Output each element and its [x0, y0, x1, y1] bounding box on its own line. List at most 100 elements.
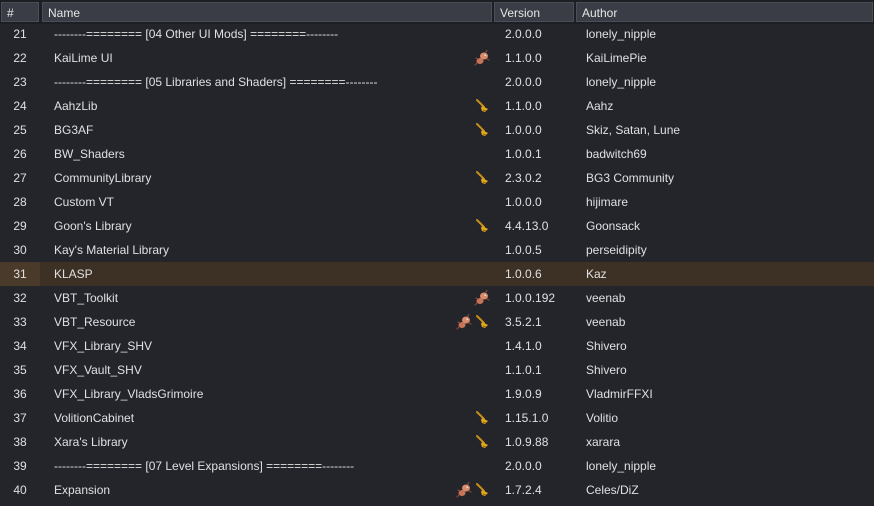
mod-name: --------======== [04 Other UI Mods] ====… — [54, 27, 339, 41]
row-number: 25 — [13, 123, 27, 137]
mod-name: --------======== [05 Libraries and Shade… — [54, 75, 378, 89]
bug-icon — [456, 481, 472, 498]
mod-version: 1.0.0.6 — [505, 267, 542, 281]
row-number: 22 — [13, 51, 27, 65]
row-number: 29 — [13, 219, 27, 233]
table-row[interactable]: 39 --------======== [07 Level Expansions]… — [0, 454, 874, 478]
mod-list-table: # Name Version Author 21 --------========… — [0, 0, 874, 505]
row-number: 21 — [13, 27, 27, 41]
mod-version: 2.0.0.0 — [505, 75, 542, 89]
row-number: 40 — [13, 483, 27, 497]
mod-author: perseidipity — [586, 243, 647, 257]
broom-icon — [474, 98, 490, 114]
table-row[interactable]: 40 Expansion 1.7.2.4 Celes/DiZ — [0, 478, 874, 502]
row-number: 31 — [0, 262, 40, 286]
mod-author: lonely_nipple — [586, 459, 657, 473]
mod-version: 1.0.0.192 — [505, 291, 556, 305]
mod-name: VBT_Toolkit — [54, 291, 119, 305]
row-number: 24 — [13, 99, 27, 113]
mod-name: VFX_Vault_SHV — [54, 363, 142, 377]
table-body: 21 --------======== [04 Other UI Mods] ==… — [0, 22, 874, 502]
table-row[interactable]: 32 VBT_Toolkit 1.0.0.192 veenab — [0, 286, 874, 310]
mod-author: KaiLimePie — [586, 51, 647, 65]
broom-icon — [474, 122, 490, 138]
mod-name: KLASP — [54, 267, 93, 281]
mod-flags — [444, 262, 490, 286]
table-row[interactable]: 28 Custom VT 1.0.0.0 hijimare — [0, 190, 874, 214]
mod-flags — [444, 406, 490, 430]
mod-name: BG3AF — [54, 123, 94, 137]
mod-flags — [444, 382, 490, 406]
mod-flags — [444, 238, 490, 262]
mod-version: 1.7.2.4 — [505, 483, 542, 497]
row-number: 39 — [13, 459, 27, 473]
mod-author: BG3 Community — [586, 171, 675, 185]
table-row[interactable]: 23 --------======== [05 Libraries and Sha… — [0, 70, 874, 94]
broom-icon — [474, 482, 490, 498]
column-header-author[interactable]: Author — [576, 2, 873, 22]
row-number: 38 — [13, 435, 27, 449]
table-row[interactable]: 25 BG3AF 1.0.0.0 Skiz, Satan, Lune — [0, 118, 874, 142]
column-header-version[interactable]: Version — [494, 2, 574, 22]
mod-version: 1.1.0.0 — [505, 99, 542, 113]
table-row[interactable]: 24 AahzLib 1.1.0.0 Aahz — [0, 94, 874, 118]
mod-name: Custom VT — [54, 195, 115, 209]
row-number: 36 — [13, 387, 27, 401]
mod-version: 1.1.0.1 — [505, 363, 542, 377]
column-header-name[interactable]: Name — [42, 2, 492, 22]
mod-author: VladmirFFXI — [586, 387, 653, 401]
mod-flags — [444, 430, 490, 454]
mod-author: Celes/DiZ — [586, 483, 639, 497]
table-row[interactable]: 31 KLASP 1.0.0.6 Kaz — [0, 262, 874, 286]
mod-flags — [444, 358, 490, 382]
column-header-number[interactable]: # — [1, 2, 39, 22]
mod-author: Shivero — [586, 339, 627, 353]
mod-flags — [444, 286, 490, 310]
mod-author: hijimare — [586, 195, 629, 209]
table-row[interactable]: 35 VFX_Vault_SHV 1.1.0.1 Shivero — [0, 358, 874, 382]
mod-name: Goon's Library — [54, 219, 132, 233]
table-row[interactable]: 22 KaiLime UI 1.1.0.0 KaiLimePie — [0, 46, 874, 70]
table-row[interactable]: 30 Kay's Material Library 1.0.0.5 perseidip… — [0, 238, 874, 262]
mod-version: 1.4.1.0 — [505, 339, 542, 353]
mod-version: 1.9.0.9 — [505, 387, 542, 401]
table-row[interactable]: 27 CommunityLibrary 2.3.0.2 BG3 Community — [0, 166, 874, 190]
table-row[interactable]: 37 VolitionCabinet 1.15.1.0 Volitio — [0, 406, 874, 430]
table-row[interactable]: 34 VFX_Library_SHV 1.4.1.0 Shivero — [0, 334, 874, 358]
row-number: 30 — [13, 243, 27, 257]
table-row[interactable]: 38 Xara's Library 1.0.9.88 xarara — [0, 430, 874, 454]
table-row[interactable]: 36 VFX_Library_VladsGrimoire 1.9.0.9 Vladmi… — [0, 382, 874, 406]
mod-flags — [444, 70, 490, 94]
mod-version: 1.0.0.0 — [505, 195, 542, 209]
broom-icon — [474, 314, 490, 330]
mod-name: Kay's Material Library — [54, 243, 169, 257]
mod-version: 2.0.0.0 — [505, 459, 542, 473]
row-number: 28 — [13, 195, 27, 209]
mod-version: 1.0.9.88 — [505, 435, 549, 449]
mod-flags — [444, 454, 490, 478]
mod-name: Expansion — [54, 483, 111, 497]
mod-author: Shivero — [586, 363, 627, 377]
mod-flags — [444, 334, 490, 358]
table-row[interactable]: 21 --------======== [04 Other UI Mods] ==… — [0, 22, 874, 46]
row-number: 35 — [13, 363, 27, 377]
mod-author: lonely_nipple — [586, 27, 657, 41]
mod-author: veenab — [586, 291, 626, 305]
table-row[interactable]: 26 BW_Shaders 1.0.0.1 badwitch69 — [0, 142, 874, 166]
mod-flags — [444, 22, 490, 46]
bug-icon — [474, 289, 490, 306]
mod-name: AahzLib — [54, 99, 98, 113]
mod-version: 3.5.2.1 — [505, 315, 542, 329]
row-number: 33 — [13, 315, 27, 329]
table-row[interactable]: 29 Goon's Library 4.4.13.0 Goonsack — [0, 214, 874, 238]
mod-author: Aahz — [586, 99, 614, 113]
row-number: 26 — [13, 147, 27, 161]
row-number: 32 — [13, 291, 27, 305]
broom-icon — [474, 170, 490, 186]
row-number: 27 — [13, 171, 27, 185]
mod-name: Xara's Library — [54, 435, 128, 449]
table-row[interactable]: 33 VBT_Resource 3.5.2.1 veenab — [0, 310, 874, 334]
mod-version: 1.1.0.0 — [505, 51, 542, 65]
broom-icon — [474, 434, 490, 450]
mod-flags — [444, 118, 490, 142]
